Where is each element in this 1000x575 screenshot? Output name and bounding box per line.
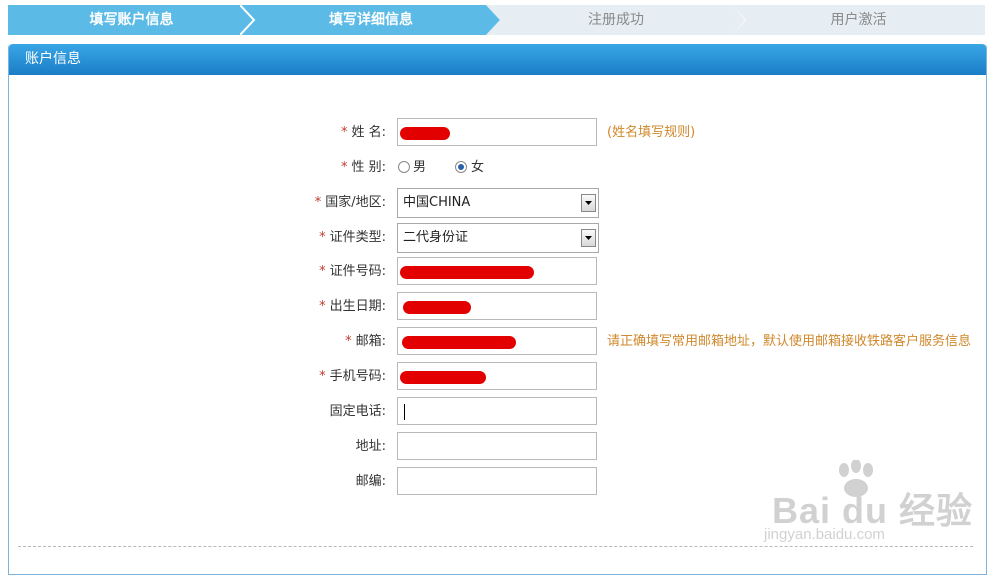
dropdown-arrow-icon[interactable] (581, 194, 596, 212)
id-number-input[interactable] (397, 257, 597, 285)
birth-date-label: * 出生日期: (319, 299, 386, 314)
id-number-label: * 证件号码: (319, 264, 386, 279)
required-mark: * (340, 160, 348, 175)
email-hint: 请正确填写常用邮箱地址，默认使用邮箱接收铁路客户服务信息 (607, 334, 972, 349)
baidu-jingyan-watermark: Bai du 经验 jingyan.baidu.com (760, 460, 990, 550)
email-label: * 邮箱: (345, 334, 386, 349)
name-input[interactable] (397, 118, 597, 146)
postcode-label: 邮编: (355, 474, 386, 489)
step-activation: 用户激活 (732, 5, 985, 35)
redacted-value (400, 127, 450, 140)
email-input[interactable] (397, 327, 597, 355)
name-rule-link[interactable]: (姓名填写规则) (607, 118, 695, 148)
address-input[interactable] (397, 432, 597, 460)
gender-row: * 性 别: 男 女 (0, 153, 1000, 183)
birth-date-input[interactable] (397, 292, 597, 320)
phone-label: 固定电话: (329, 404, 386, 419)
required-mark: * (319, 369, 326, 384)
phone-row: 固定电话: (0, 397, 1000, 427)
phone-input[interactable] (397, 397, 597, 425)
panel-title: 账户信息 (9, 44, 986, 75)
text-cursor (404, 404, 405, 420)
step-account-info: 填写账户信息 (8, 5, 255, 35)
registration-steps: 填写账户信息 填写详细信息 注册成功 用户激活 (8, 5, 985, 35)
redacted-value (400, 266, 534, 279)
step-label: 注册成功 (588, 12, 644, 28)
country-row: * 国家/地区: 中国CHINA (0, 188, 1000, 218)
id-type-row: * 证件类型: 二代身份证 (0, 223, 1000, 253)
required-mark: * (340, 125, 348, 140)
id-type-label: * 证件类型: (319, 230, 386, 245)
step-success: 注册成功 (486, 5, 746, 35)
gender-male-radio[interactable] (398, 161, 410, 173)
birth-date-row: * 出生日期: (0, 292, 1000, 322)
id-type-value: 二代身份证 (403, 230, 469, 245)
country-value: 中国CHINA (403, 195, 471, 210)
required-mark: * (319, 230, 326, 245)
required-mark: * (319, 299, 326, 314)
step-label: 用户激活 (830, 12, 887, 28)
step-label: 填写账户信息 (89, 12, 174, 28)
dropdown-arrow-icon[interactable] (581, 229, 596, 247)
step-label: 填写详细信息 (329, 12, 413, 28)
postcode-input[interactable] (397, 467, 597, 495)
redacted-value (403, 301, 471, 314)
country-label: * 国家/地区: (314, 195, 386, 210)
mobile-label: * 手机号码: (319, 369, 386, 384)
gender-female-label: 女 (471, 160, 485, 175)
id-number-row: * 证件号码: (0, 257, 1000, 287)
name-row: * 姓 名: (姓名填写规则) (0, 118, 1000, 148)
mobile-row: * 手机号码: (0, 362, 1000, 392)
id-type-select[interactable]: 二代身份证 (397, 223, 599, 253)
gender-label: * 性 别: (340, 160, 386, 175)
required-mark: * (345, 334, 352, 349)
email-row: * 邮箱: 请正确填写常用邮箱地址，默认使用邮箱接收铁路客户服务信息 (0, 327, 1000, 357)
address-label: 地址: (355, 439, 386, 454)
required-mark: * (314, 195, 322, 210)
redacted-value (402, 336, 516, 349)
gender-female-radio[interactable] (455, 161, 467, 173)
gender-male-label: 男 (413, 160, 427, 175)
country-select[interactable]: 中国CHINA (397, 188, 599, 218)
required-mark: * (319, 264, 326, 279)
address-row: 地址: (0, 432, 1000, 462)
step-detail-info: 填写详细信息 (240, 5, 502, 35)
mobile-input[interactable] (397, 362, 597, 390)
name-label: * 姓 名: (340, 125, 386, 140)
watermark-url: jingyan.baidu.com (764, 526, 885, 543)
redacted-value (400, 371, 486, 384)
